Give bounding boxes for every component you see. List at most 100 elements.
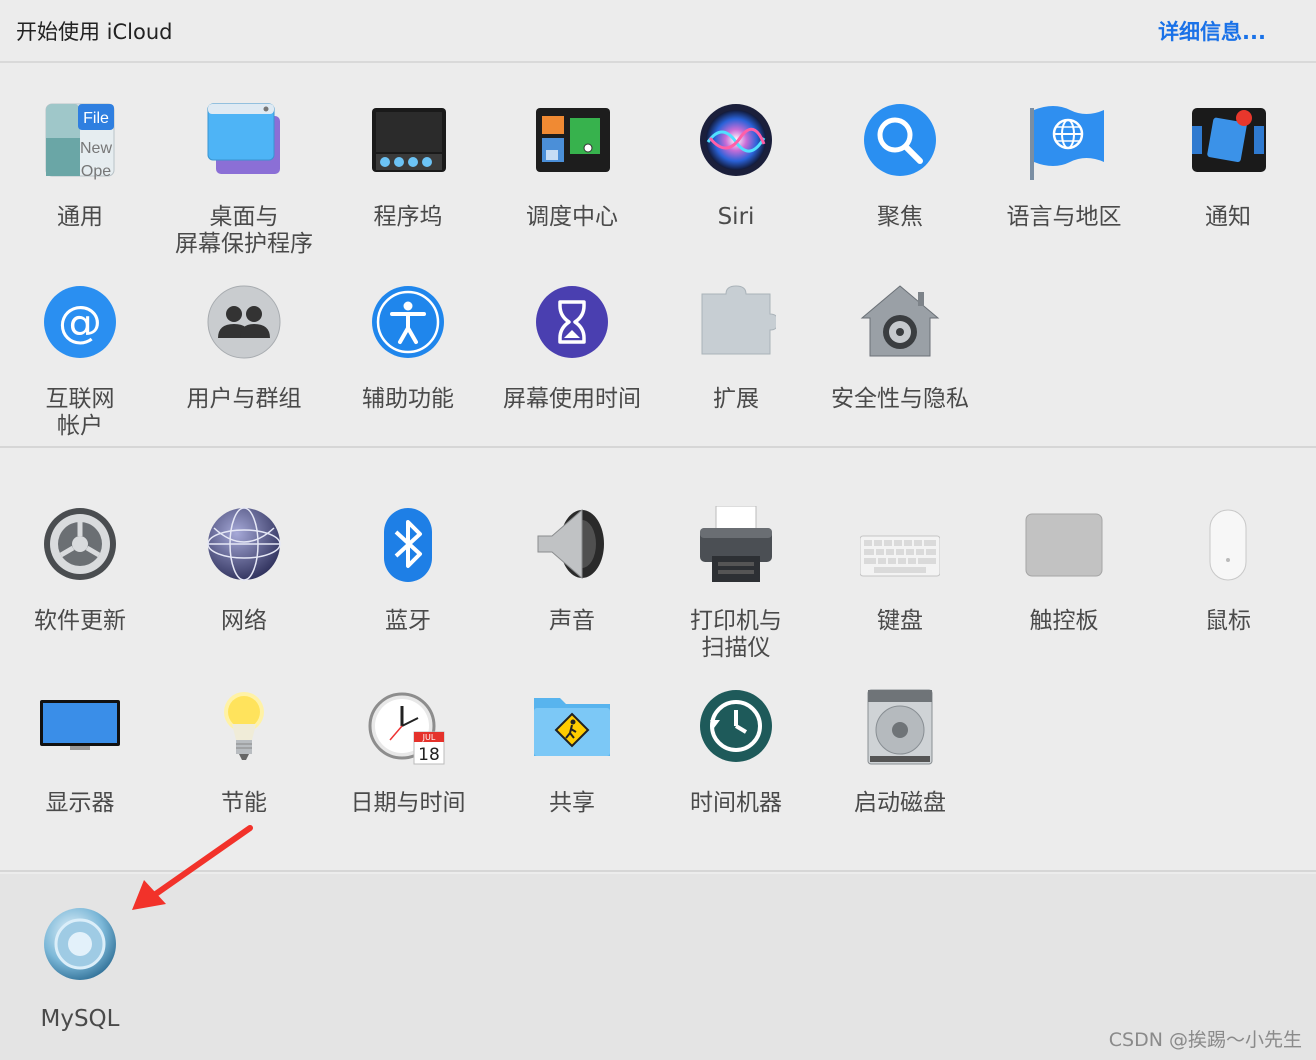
pref-label: 程序坞	[373, 204, 443, 230]
pref-screen-time[interactable]: 屏幕使用时间	[490, 284, 654, 413]
pref-label: Siri	[717, 204, 755, 230]
pref-label: 时间机器	[690, 790, 782, 816]
pref-label: 蓝牙	[385, 608, 431, 634]
pref-displays[interactable]: 显示器	[0, 688, 162, 817]
pref-label: 鼠标	[1205, 608, 1251, 634]
keyboard-icon	[860, 506, 940, 586]
pref-notifications[interactable]: 通知	[1146, 102, 1310, 231]
screen-time-icon	[532, 284, 612, 364]
sharing-icon	[532, 688, 612, 768]
icloud-prompt-title: 开始使用 iCloud	[16, 20, 173, 44]
pref-language-region[interactable]: 语言与地区	[982, 102, 1146, 231]
siri-icon	[696, 102, 776, 182]
pref-label: MySQL	[40, 1006, 120, 1032]
bluetooth-icon	[368, 506, 448, 586]
pref-label: 键盘	[877, 608, 923, 634]
pref-label: 聚焦	[877, 204, 923, 230]
watermark: CSDN @挨踢～小先生	[1108, 1029, 1302, 1051]
pref-startup-disk[interactable]: 启动磁盘	[818, 688, 982, 817]
pref-siri[interactable]: Siri	[654, 102, 818, 231]
calendar-month-text: JUL	[422, 733, 436, 742]
pref-label: 共享	[549, 790, 595, 816]
pref-extensions[interactable]: 扩展	[654, 284, 818, 413]
date-time-icon: JUL 18	[368, 688, 448, 768]
pref-network[interactable]: 网络	[162, 506, 326, 635]
pref-label: 网络	[221, 608, 267, 634]
top-bar: 开始使用 iCloud 详细信息...	[0, 0, 1316, 63]
pref-dock[interactable]: 程序坞	[326, 102, 490, 231]
pref-label: 打印机与 扫描仪	[690, 608, 782, 661]
pref-label: 扩展	[713, 386, 759, 412]
mouse-icon	[1188, 506, 1268, 586]
pref-energy-saver[interactable]: 节能	[162, 688, 326, 817]
pref-sharing[interactable]: 共享	[490, 688, 654, 817]
pref-label: 语言与地区	[1006, 204, 1122, 230]
pref-label: 节能	[221, 790, 267, 816]
pref-sound[interactable]: 声音	[490, 506, 654, 635]
general-icon-open-text: Ope	[81, 163, 111, 180]
printer-scanner-icon	[696, 506, 776, 586]
mission-control-icon	[532, 102, 612, 182]
pref-label: 启动磁盘	[854, 790, 946, 816]
pref-label: 软件更新	[34, 608, 126, 634]
language-region-icon	[1024, 102, 1104, 182]
pref-date-time[interactable]: JUL 18 日期与时间	[326, 688, 490, 817]
desktop-screensaver-icon	[204, 102, 284, 182]
extensions-icon	[696, 284, 776, 364]
pref-accessibility[interactable]: 辅助功能	[326, 284, 490, 413]
pref-label: 辅助功能	[362, 386, 454, 412]
general-icon-new-text: New	[80, 140, 112, 157]
pref-spotlight[interactable]: 聚焦	[818, 102, 982, 231]
pref-desktop-screensaver[interactable]: 桌面与 屏幕保护程序	[162, 102, 326, 258]
calendar-day-text: 18	[418, 745, 440, 765]
pref-general[interactable]: File New Ope 通用	[0, 102, 162, 231]
pref-label: 用户与群组	[186, 386, 302, 412]
pref-label: 显示器	[45, 790, 115, 816]
mysql-icon	[40, 904, 120, 984]
sound-icon	[532, 506, 612, 586]
pref-label: 安全性与隐私	[831, 386, 969, 412]
displays-icon	[40, 688, 120, 768]
pref-label: 桌面与 屏幕保护程序	[175, 204, 313, 257]
time-machine-icon	[696, 688, 776, 768]
pref-mission-control[interactable]: 调度中心	[490, 102, 654, 231]
hardware-prefs-section: 软件更新 网络 蓝牙 声音 打印机与 扫描仪 键盘 触控板 鼠标 显示器 节能 …	[0, 450, 1316, 872]
pref-label: 通知	[1205, 204, 1251, 230]
pref-label: 声音	[549, 608, 595, 634]
accessibility-icon	[368, 284, 448, 364]
general-icon: File New Ope	[40, 102, 120, 182]
pref-label: 日期与时间	[350, 790, 466, 816]
pref-users-groups[interactable]: 用户与群组	[162, 284, 326, 413]
pref-trackpad[interactable]: 触控板	[982, 506, 1146, 635]
startup-disk-icon	[860, 688, 940, 768]
software-update-icon	[40, 506, 120, 586]
internet-accounts-icon: @	[40, 284, 120, 364]
energy-saver-icon	[204, 688, 284, 768]
pref-label: 屏幕使用时间	[503, 386, 641, 412]
personal-prefs-section: File New Ope 通用 桌面与 屏幕保护程序 程序坞 调度中心 Siri…	[0, 65, 1316, 448]
details-link[interactable]: 详细信息...	[1158, 16, 1266, 46]
pref-security-privacy[interactable]: 安全性与隐私	[818, 284, 982, 413]
pref-label: 互联网 帐户	[45, 386, 115, 439]
pref-label: 通用	[57, 204, 103, 230]
users-groups-icon	[204, 284, 284, 364]
general-icon-file-text: File	[83, 110, 109, 127]
pref-software-update[interactable]: 软件更新	[0, 506, 162, 635]
pref-label: 调度中心	[526, 204, 618, 230]
trackpad-icon	[1024, 506, 1104, 586]
network-icon	[204, 506, 284, 586]
pref-internet-accounts[interactable]: @ 互联网 帐户	[0, 284, 162, 440]
svg-text:@: @	[58, 297, 102, 348]
pref-mysql[interactable]: MySQL	[0, 904, 162, 1033]
pref-keyboard[interactable]: 键盘	[818, 506, 982, 635]
pref-time-machine[interactable]: 时间机器	[654, 688, 818, 817]
spotlight-icon	[860, 102, 940, 182]
dock-icon	[368, 102, 448, 182]
red-arrow-annotation	[132, 825, 253, 910]
pref-bluetooth[interactable]: 蓝牙	[326, 506, 490, 635]
pref-label: 触控板	[1029, 608, 1099, 634]
notifications-icon	[1188, 102, 1268, 182]
pref-printer-scanner[interactable]: 打印机与 扫描仪	[654, 506, 818, 662]
security-privacy-icon	[860, 284, 940, 364]
pref-mouse[interactable]: 鼠标	[1146, 506, 1310, 635]
